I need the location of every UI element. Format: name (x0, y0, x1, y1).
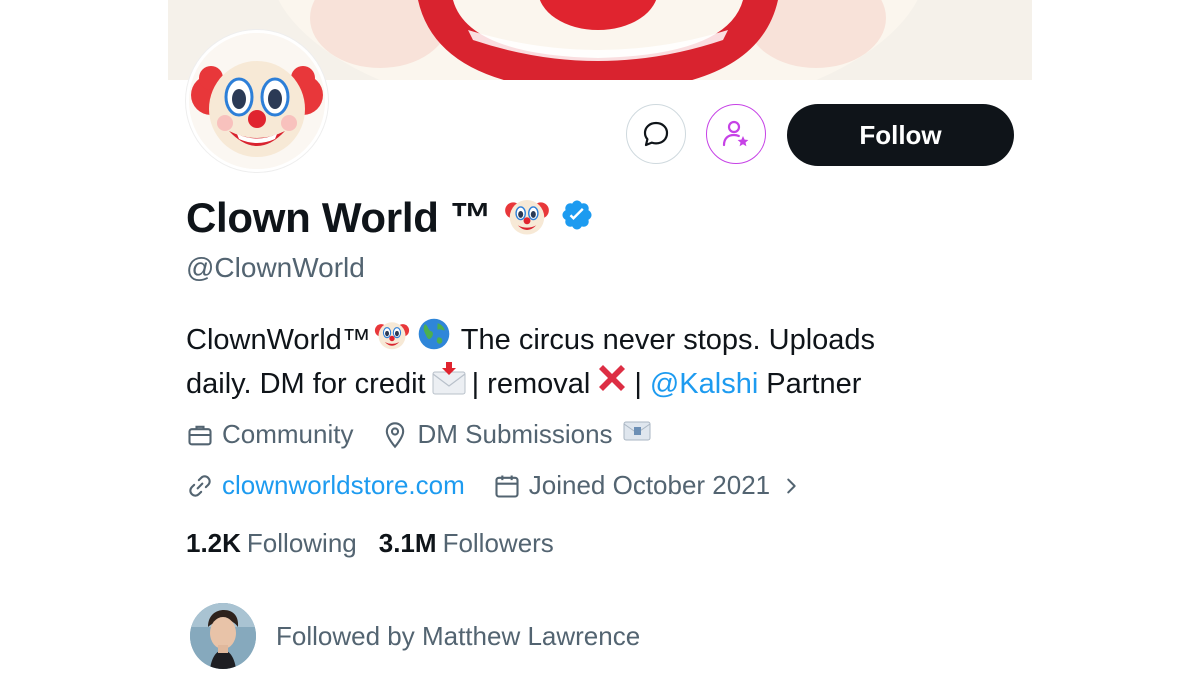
profile-page: Follow Clown World ™ @ClownWorld ClownWo… (168, 0, 1032, 675)
bio-line-1: ClownWorld™ The circus never stops. Uplo… (186, 318, 1006, 362)
mention-link[interactable]: @Kalshi (650, 362, 758, 406)
subscribe-button[interactable] (706, 104, 766, 164)
profile-meta-row-1: Community DM Submissions (186, 418, 692, 451)
bio-sep: | (634, 368, 642, 400)
bio-sep-removal: | removal (471, 368, 591, 400)
envelope-arrow-icon (429, 360, 469, 409)
profile-meta-row-2: clownworldstore.com Joined October 2021 (186, 470, 838, 501)
person-star-icon (722, 120, 749, 147)
followers-count: 3.1M (378, 528, 437, 558)
name-row: Clown World ™ (186, 192, 594, 243)
profile-avatar[interactable] (186, 30, 328, 172)
message-bubble-icon (643, 121, 669, 147)
follow-button[interactable]: Follow (787, 104, 1014, 166)
location-pin-icon (386, 421, 405, 448)
message-button[interactable] (626, 104, 686, 164)
follow-stats: 1.2K Following 3.1M Followers (186, 528, 576, 559)
followed-by-text[interactable]: Followed by Matthew Lawrence (276, 621, 640, 652)
category-label: Community (222, 419, 354, 449)
bio-text-2: daily. DM for credit (186, 368, 426, 400)
verified-badge-icon[interactable] (560, 198, 594, 237)
calendar-icon (495, 475, 519, 498)
location-item: DM Submissions (381, 418, 663, 451)
briefcase-icon (188, 425, 212, 445)
bio-line-2: daily. DM for credit | removal | @Kalshi… (186, 360, 1006, 409)
bio-text-1: The circus never stops. Uploads (460, 324, 876, 356)
bio-partner: Partner (766, 368, 862, 400)
follower-avatar[interactable] (190, 603, 256, 669)
followers-stat[interactable]: 3.1M Followers (379, 528, 554, 559)
following-label: Following (246, 528, 357, 558)
profile-handle: @ClownWorld (186, 252, 365, 283)
followers-label: Followers (442, 528, 554, 558)
category-item: Community (186, 419, 353, 450)
display-name: Clown World ™ (186, 193, 492, 241)
red-x-icon (593, 359, 631, 410)
email-icon (621, 418, 661, 451)
followed-by-row[interactable]: Followed by Matthew Lawrence (190, 603, 640, 669)
chevron-right-icon[interactable] (780, 475, 802, 497)
globe-icon (416, 316, 452, 365)
clown-face-icon (374, 316, 410, 365)
profile-bio: ClownWorld™ The circus never stops. Uplo… (186, 318, 1006, 406)
following-stat[interactable]: 1.2K Following (186, 528, 357, 559)
following-count: 1.2K (186, 528, 241, 558)
clown-face-icon (189, 33, 325, 169)
link-icon (189, 474, 211, 497)
joined-item[interactable]: Joined October 2021 (493, 470, 810, 501)
bio-name: ClownWorld™ (186, 324, 371, 356)
clown-face-icon (504, 192, 550, 243)
website-item[interactable]: clownworldstore.com (186, 470, 465, 501)
joined-label: Joined October 2021 (528, 470, 771, 500)
person-photo-icon (190, 603, 256, 669)
location-label: DM Submissions (417, 419, 613, 449)
website-link[interactable]: clownworldstore.com (222, 470, 465, 501)
